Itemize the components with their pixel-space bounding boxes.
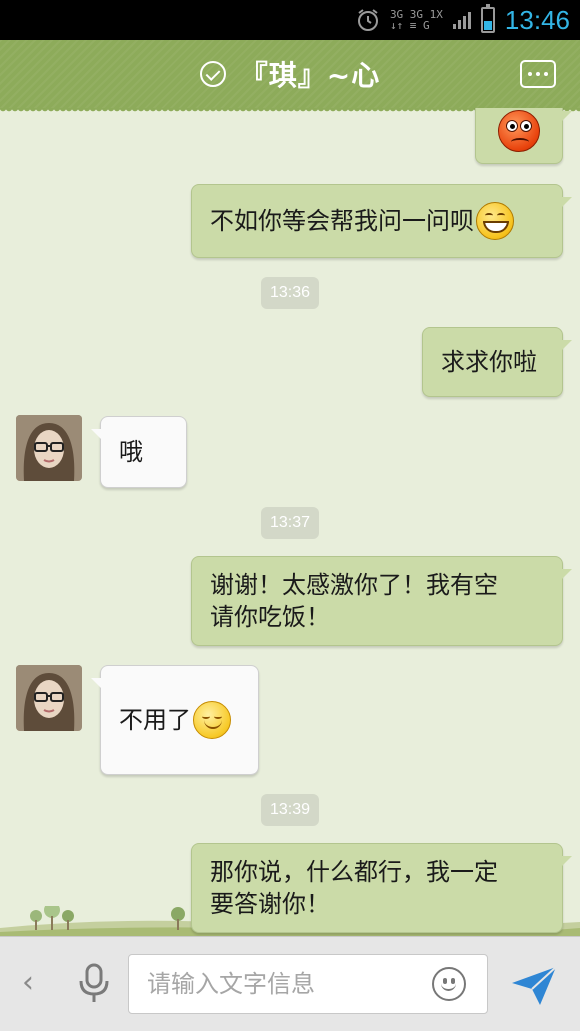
network-indicator: 3G 3G 1X ↓↑ ≡ G xyxy=(390,9,443,31)
received-message[interactable]: 哦 xyxy=(91,416,187,488)
message-text: 不用了 xyxy=(119,706,191,734)
message-text: 哦 xyxy=(119,438,143,466)
message-timestamp: 13:39 xyxy=(261,794,319,826)
message-timestamp: 13:36 xyxy=(261,277,319,309)
message-text: 求求你啦 xyxy=(441,348,537,376)
timestamp-text: 13:36 xyxy=(269,284,311,301)
sent-message[interactable]: 谢谢！太感激你了！我有空 请你吃饭！ xyxy=(191,556,572,646)
battery-icon xyxy=(480,4,495,33)
send-icon[interactable] xyxy=(510,963,558,1007)
chat-history[interactable]: 不如你等会帮我问一问呗 13:36 求求你啦 哦 13:37 谢谢！太感激你了！… xyxy=(0,108,580,936)
message-text: 不如你等会帮我问一问呗 xyxy=(210,207,474,235)
received-message[interactable]: 不用了 xyxy=(91,665,259,775)
smile-face-icon xyxy=(193,701,231,739)
more-dots-icon[interactable] xyxy=(520,60,556,88)
network-bottom-label: ↓↑ ≡ G xyxy=(389,19,430,32)
sent-message[interactable] xyxy=(475,108,572,164)
emoji-picker-icon[interactable] xyxy=(432,967,466,1001)
chat-header: 『琪』~心 xyxy=(0,40,580,114)
alarm-icon xyxy=(357,9,378,31)
microphone-icon[interactable] xyxy=(72,961,116,1005)
message-text-line: 请你吃饭！ xyxy=(210,603,330,631)
timestamp-text: 13:39 xyxy=(269,801,311,818)
contact-avatar[interactable] xyxy=(16,415,82,481)
message-text-line: 那你说，什么都行，我一定 xyxy=(210,858,498,886)
signal-icon xyxy=(452,11,471,29)
chevron-left-icon[interactable]: ‹ xyxy=(18,967,38,999)
message-text-line: 要答谢你！ xyxy=(210,890,330,918)
message-text-line: 谢谢！太感激你了！我有空 xyxy=(210,571,498,599)
sent-message[interactable]: 求求你啦 xyxy=(422,327,572,397)
angry-face-icon xyxy=(498,110,540,152)
status-time: 13:46 xyxy=(504,4,570,35)
grin-face-icon xyxy=(476,202,514,240)
input-bar: ‹ xyxy=(0,936,580,1031)
avatar-image xyxy=(16,665,82,731)
check-circle-icon xyxy=(199,61,226,87)
timestamp-text: 13:37 xyxy=(269,514,311,531)
avatar-image xyxy=(16,415,82,481)
contact-avatar[interactable] xyxy=(16,665,82,731)
status-bar: 3G 3G 1X ↓↑ ≡ G 13:46 xyxy=(0,0,580,40)
sent-message[interactable]: 不如你等会帮我问一问呗 xyxy=(191,184,572,258)
message-timestamp: 13:37 xyxy=(261,507,319,539)
sent-message[interactable]: 那你说，什么都行，我一定 要答谢你！ xyxy=(191,843,572,933)
contact-name: 『琪』~心 xyxy=(239,59,381,92)
